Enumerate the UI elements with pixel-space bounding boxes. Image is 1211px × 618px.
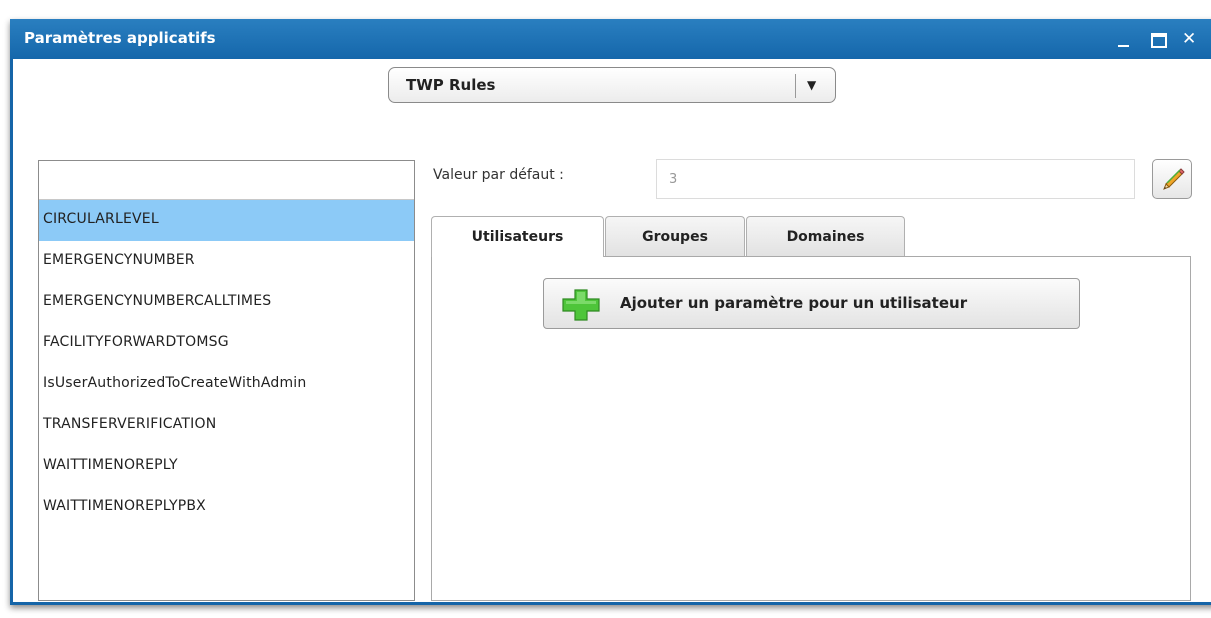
app-window: Paramètres applicatifs ✕ TWP Rules ▼ CIR…: [10, 19, 1211, 605]
tab-content-panel: Ajouter un paramètre pour un utilisateur: [431, 256, 1191, 601]
default-value-label: Valeur par défaut :: [433, 167, 564, 183]
minimize-button[interactable]: [1118, 31, 1132, 47]
chevron-down-icon[interactable]: ▼: [807, 78, 816, 92]
title-bar[interactable]: Paramètres applicatifs ✕: [10, 19, 1211, 59]
add-button-label: Ajouter un paramètre pour un utilisateur: [620, 294, 968, 312]
parameter-list-items: CIRCULARLEVEL EMERGENCYNUMBER EMERGENCYNUM…: [39, 200, 414, 528]
parameter-list-item[interactable]: WAITTIMENOREPLYPBX: [39, 487, 414, 528]
minimize-icon: [1118, 45, 1129, 47]
dropdown-value: TWP Rules: [406, 76, 496, 94]
close-button[interactable]: ✕: [1182, 29, 1198, 49]
parameter-list-header: [39, 161, 414, 200]
parameter-list-item[interactable]: CIRCULARLEVEL: [39, 200, 414, 241]
parameter-list-item[interactable]: EMERGENCYNUMBER: [39, 241, 414, 282]
tab-groupes-label: Groupes: [642, 229, 708, 245]
tab-utilisateurs[interactable]: Utilisateurs: [431, 216, 604, 257]
parameter-list-item[interactable]: EMERGENCYNUMBERCALLTIMES: [39, 282, 414, 323]
parameter-list-item[interactable]: FACILITYFORWARDTOMSG: [39, 323, 414, 364]
pencil-icon: [1163, 168, 1185, 190]
tab-utilisateurs-label: Utilisateurs: [471, 229, 564, 245]
parameter-list-item[interactable]: TRANSFERVERIFICATION: [39, 405, 414, 446]
maximize-button[interactable]: [1151, 31, 1167, 48]
parameter-list-item[interactable]: IsUserAuthorizedToCreateWithAdmin: [39, 364, 414, 405]
rules-dropdown[interactable]: TWP Rules ▼: [388, 67, 836, 103]
plus-icon: [562, 289, 600, 321]
tab-domaines[interactable]: Domaines: [746, 216, 905, 256]
default-value-field[interactable]: 3: [656, 159, 1135, 199]
add-user-parameter-button[interactable]: Ajouter un paramètre pour un utilisateur: [543, 278, 1080, 329]
parameter-list[interactable]: CIRCULARLEVEL EMERGENCYNUMBER EMERGENCYNUM…: [38, 160, 415, 601]
window-content: TWP Rules ▼ CIRCULARLEVEL EMERGENCYNUMBER…: [13, 59, 1211, 602]
edit-button[interactable]: [1152, 159, 1192, 199]
tab-domaines-label: Domaines: [786, 229, 865, 245]
parameter-list-item[interactable]: WAITTIMENOREPLY: [39, 446, 414, 487]
close-icon: ✕: [1182, 29, 1197, 49]
dropdown-divider: [795, 74, 796, 98]
tab-groupes[interactable]: Groupes: [605, 216, 745, 256]
default-value-text: 3: [669, 172, 678, 187]
maximize-icon: [1151, 33, 1167, 48]
window-title: Paramètres applicatifs: [24, 29, 216, 47]
